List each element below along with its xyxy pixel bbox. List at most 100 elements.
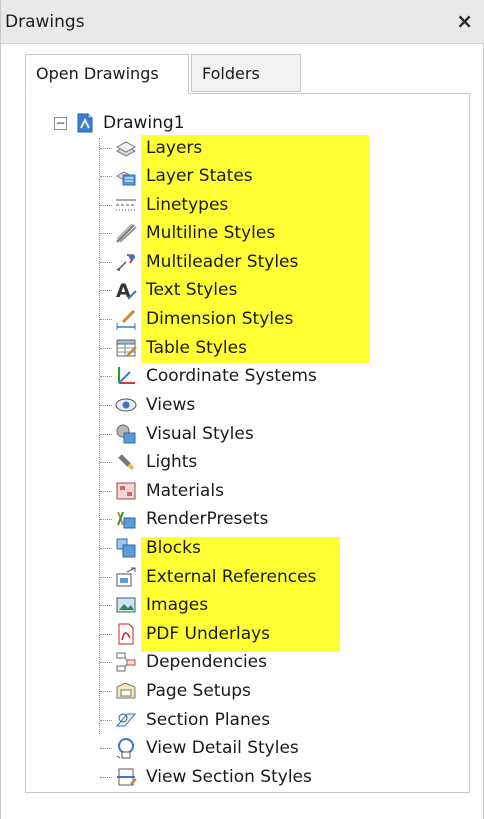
tree-branch-line <box>100 204 112 206</box>
visual-styles-icon <box>116 424 136 444</box>
tree-branch-line <box>100 347 112 349</box>
views-icon <box>115 398 137 412</box>
tree-branch-line <box>100 175 112 177</box>
tree-branch-line <box>100 375 112 377</box>
tree-item-external-references[interactable]: External References <box>100 563 318 591</box>
tree-branch-line <box>100 289 112 291</box>
tree-item-label: Dependencies <box>146 652 267 672</box>
tree-item-label: Layers <box>146 138 203 158</box>
tree-item-label: Blocks <box>146 538 201 558</box>
tree-branch-line <box>100 690 112 692</box>
tree-item-lights[interactable]: Lights <box>100 448 199 476</box>
tree-item-renderpresets[interactable]: RenderPresets <box>100 505 270 533</box>
dimension-styles-icon <box>116 309 136 330</box>
layer-states-icon <box>115 171 136 186</box>
tree-item-label: RenderPresets <box>146 509 269 529</box>
tree-item-label: Materials <box>146 481 224 501</box>
tree-item-images[interactable]: Images <box>100 591 210 619</box>
tree-item-label: Views <box>146 395 196 415</box>
multileader-styles-icon <box>116 254 135 271</box>
tree-item-pdf-underlays[interactable]: PDF Underlays <box>100 620 272 648</box>
page-setups-icon <box>116 682 136 699</box>
tree-item-coordinate-systems[interactable]: Coordinate Systems <box>100 362 319 390</box>
tree-item-visual-styles[interactable]: Visual Styles <box>100 420 256 448</box>
tree-item-section-planes[interactable]: Section Planes <box>100 706 272 734</box>
dependencies-icon <box>116 652 136 672</box>
tree-item-view-detail-styles[interactable]: View Detail Styles <box>100 734 301 762</box>
drawing-icon <box>77 113 93 133</box>
tree-branch-line <box>100 776 112 778</box>
view-detail-styles-icon <box>116 738 134 759</box>
tree-item-label: Table Styles <box>146 338 247 358</box>
close-icon[interactable]: × <box>456 9 473 33</box>
tree-item-materials[interactable]: Materials <box>100 477 226 505</box>
layers-icon <box>115 141 137 157</box>
tree-item-label: PDF Underlays <box>146 624 271 644</box>
tree-branch-line <box>100 576 112 578</box>
tree-item-page-setups[interactable]: Page Setups <box>100 677 253 705</box>
tree-item-layers[interactable]: Layers <box>100 134 204 162</box>
collapse-icon[interactable]: − <box>54 116 67 130</box>
tree-root-label: Drawing1 <box>103 113 185 133</box>
tree-item-table-styles[interactable]: Table Styles <box>100 334 249 362</box>
tree-item-label: Visual Styles <box>146 424 254 444</box>
tree-item-linetypes[interactable]: Linetypes <box>100 191 230 219</box>
tree-branch-line <box>100 318 112 320</box>
render-presets-icon <box>117 511 136 529</box>
coordinate-systems-icon <box>118 367 135 384</box>
tree-item-label: External References <box>146 567 317 587</box>
tree-branch-line <box>100 404 112 406</box>
tab-folders[interactable]: Folders <box>191 54 301 92</box>
lights-icon <box>118 454 135 471</box>
tree-branch-line <box>100 604 112 606</box>
tree-item-label: Dimension Styles <box>146 309 294 329</box>
tree-item-label: Section Planes <box>146 710 271 730</box>
tree-branch-line <box>100 461 112 463</box>
tree-item-multiline-styles[interactable]: Multiline Styles <box>100 219 277 247</box>
tree-branch-line <box>100 490 112 492</box>
tree-item-label: Images <box>146 595 209 615</box>
panel-title: Drawings <box>5 12 85 32</box>
tree-item-label: Coordinate Systems <box>146 366 317 386</box>
view-section-styles-icon <box>117 768 137 786</box>
tree-branch-line <box>100 147 112 149</box>
section-planes-icon <box>115 713 137 727</box>
drawings-panel: Drawings × Open Drawings Folders − Drawi… <box>0 0 484 819</box>
table-styles-icon <box>116 339 137 357</box>
tree-branch-line <box>100 261 112 263</box>
tree-branch-line <box>100 633 112 635</box>
text-styles-icon: A <box>116 280 137 302</box>
linetypes-icon <box>116 199 136 211</box>
multiline-styles-icon <box>116 223 137 243</box>
materials-icon <box>116 482 136 500</box>
blocks-icon <box>116 538 136 558</box>
tree-branch-line <box>100 547 112 549</box>
tree-item-text-styles[interactable]: A Text Styles <box>100 276 239 304</box>
tree-item-label: Lights <box>146 452 198 472</box>
images-icon <box>116 597 136 613</box>
tree-branch-line <box>100 232 112 234</box>
tree-item-label: Page Setups <box>146 681 251 701</box>
tree-item-label: Layer States <box>146 166 253 186</box>
tab-open-drawings[interactable]: Open Drawings <box>25 54 189 94</box>
tree-item-label: Multileader Styles <box>146 252 299 272</box>
tree-branch-line <box>100 747 112 749</box>
panel-titlebar: Drawings × <box>1 0 484 44</box>
tree-item-label: Text Styles <box>146 280 238 300</box>
tree-branch-line <box>100 518 112 520</box>
tab-content: − Drawing1 Layers Layer States Linetypes Mu… <box>25 93 470 793</box>
tree-item-multileader-styles[interactable]: Multileader Styles <box>100 248 300 276</box>
tree-item-blocks[interactable]: Blocks <box>100 534 203 562</box>
tree-item-views[interactable]: Views <box>100 391 197 419</box>
tree-item-view-section-styles[interactable]: View Section Styles <box>100 763 314 791</box>
tree-branch-line <box>100 433 112 435</box>
tree-item-label: Linetypes <box>146 195 229 215</box>
tree-item-label: View Detail Styles <box>146 738 299 758</box>
external-references-icon <box>116 567 136 587</box>
tree-item-label: View Section Styles <box>146 767 312 787</box>
tree-branch-line <box>100 661 112 663</box>
tree-item-layer-states[interactable]: Layer States <box>100 162 255 190</box>
tree-item-dimension-styles[interactable]: Dimension Styles <box>100 305 295 333</box>
tree-root-drawing1[interactable]: − Drawing1 <box>54 110 185 136</box>
tree-item-dependencies[interactable]: Dependencies <box>100 648 269 676</box>
